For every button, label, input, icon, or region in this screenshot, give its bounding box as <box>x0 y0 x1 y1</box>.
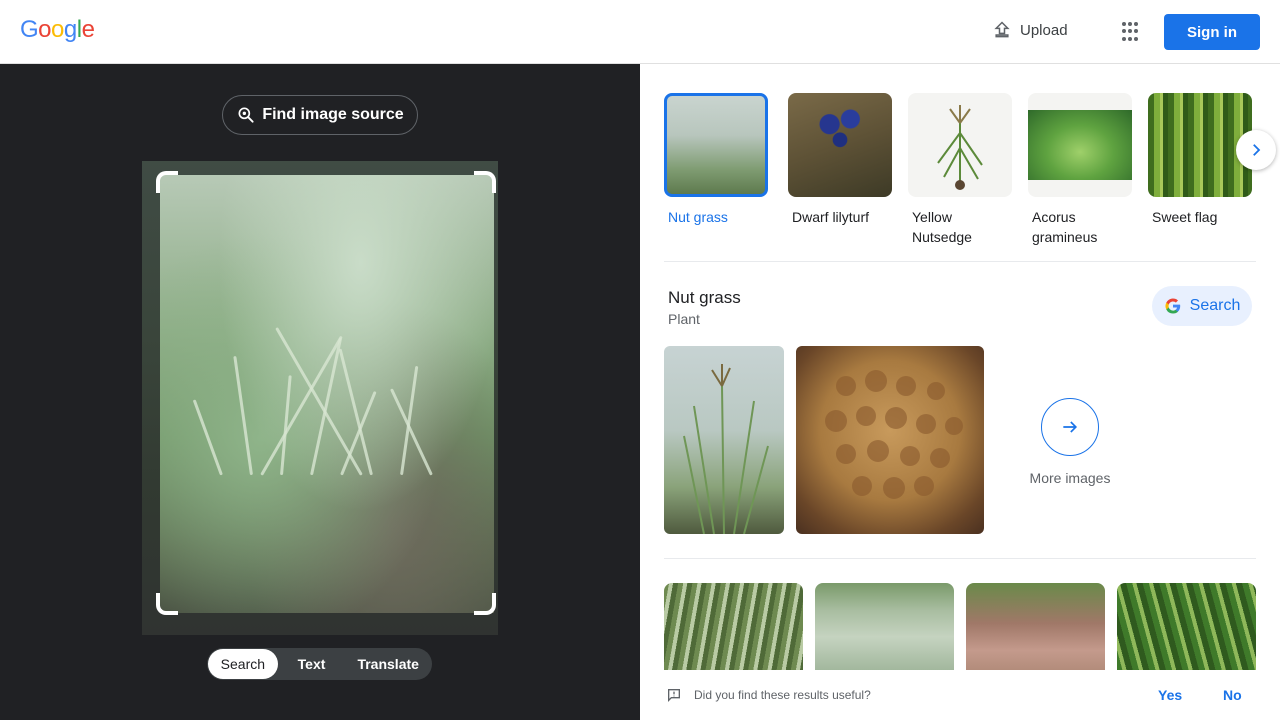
top-bar: Google Upload Sign in <box>0 0 1280 64</box>
sign-in-button[interactable]: Sign in <box>1164 14 1260 50</box>
tubers-illustration <box>825 370 963 499</box>
tab-translate[interactable]: Translate <box>345 649 431 679</box>
related-item-sweet-flag[interactable]: Sweet flag <box>1148 93 1252 227</box>
entity-search-label: Search <box>1189 297 1241 314</box>
feedback-no-button[interactable]: No <box>1223 687 1242 703</box>
upload-label: Upload <box>1020 21 1068 39</box>
visual-match-image[interactable] <box>815 583 954 673</box>
chevron-right-icon <box>1253 144 1261 156</box>
feedback-yes-button[interactable]: Yes <box>1158 687 1182 703</box>
apps-grid-icon[interactable] <box>1122 22 1142 42</box>
related-thumb <box>788 93 892 197</box>
related-thumb <box>908 93 1012 197</box>
related-thumb <box>1028 93 1132 197</box>
crop-handle-top-left[interactable] <box>156 171 178 193</box>
related-thumb <box>664 93 768 197</box>
related-label: Dwarf lilyturf <box>792 209 870 225</box>
logo-letter: G <box>20 16 39 43</box>
crop-handle-top-right[interactable] <box>474 171 496 193</box>
related-label: Nut grass <box>668 209 728 225</box>
crop-selection[interactable] <box>160 175 494 613</box>
crop-handle-bottom-left[interactable] <box>156 593 178 615</box>
tab-search[interactable]: Search <box>208 649 278 679</box>
upload-button[interactable]: Upload <box>992 20 1068 40</box>
mode-tabs: Search Text Translate <box>207 648 432 680</box>
grass-illustration <box>683 364 769 534</box>
find-image-source-button[interactable]: Find image source <box>222 95 418 135</box>
logo-letter: g <box>63 16 77 43</box>
related-label: Acorus gramineus <box>1032 209 1098 245</box>
upload-icon <box>994 21 1010 38</box>
related-searches-carousel: Nut grass Dwarf lilyturf Yellow Nutsedge… <box>664 89 1254 249</box>
related-item-dwarf-lilyturf[interactable]: Dwarf lilyturf <box>788 93 892 227</box>
logo-letter: o <box>38 16 52 43</box>
grass-blade <box>400 365 419 476</box>
related-label: Yellow Nutsedge <box>912 209 972 245</box>
more-images-label: More images <box>1029 470 1111 486</box>
logo-letter: o <box>51 16 64 43</box>
plant-illustration <box>937 105 983 190</box>
google-g-icon <box>1165 298 1180 314</box>
entity-image[interactable] <box>664 346 784 534</box>
tab-text[interactable]: Text <box>278 649 346 679</box>
entity-subtitle: Plant <box>668 311 700 327</box>
entity-title: Nut grass <box>668 288 741 307</box>
crop-handle-bottom-right[interactable] <box>474 593 496 615</box>
feedback-icon <box>668 689 680 702</box>
lens-search-icon <box>238 107 254 123</box>
related-label: Sweet flag <box>1152 209 1218 225</box>
google-logo[interactable]: Google <box>20 16 95 44</box>
grass-blade <box>192 399 223 476</box>
feedback-question: Did you find these results useful? <box>694 688 871 702</box>
grass-blade <box>233 355 253 476</box>
related-item-yellow-nutsedge[interactable]: Yellow Nutsedge <box>908 93 1012 247</box>
visual-match-image[interactable] <box>1117 583 1256 673</box>
section-divider <box>664 261 1256 262</box>
query-image-panel: Find image source Search Text Translate <box>0 64 640 720</box>
grass-blade <box>340 390 377 476</box>
more-images-button[interactable]: More images <box>1020 398 1120 486</box>
arrow-right-icon <box>1063 421 1078 433</box>
feedback-bar: Did you find these results useful? Yes N… <box>640 670 1280 720</box>
more-images-circle <box>1041 398 1099 456</box>
grass-blade <box>260 335 343 476</box>
visual-match-image[interactable] <box>664 583 803 673</box>
entity-search-button[interactable]: Search <box>1152 286 1252 326</box>
related-item-nut-grass[interactable]: Nut grass <box>664 93 768 227</box>
find-image-source-label: Find image source <box>262 106 404 123</box>
query-image[interactable] <box>142 161 498 635</box>
entity-image[interactable] <box>796 346 984 534</box>
related-item-acorus-gramineus[interactable]: Acorus gramineus <box>1028 93 1132 247</box>
section-divider <box>664 558 1256 559</box>
logo-letter: e <box>81 16 95 43</box>
carousel-next-button[interactable] <box>1236 130 1276 170</box>
results-panel: Nut grass Dwarf lilyturf Yellow Nutsedge… <box>640 64 1280 720</box>
visual-match-image[interactable] <box>966 583 1105 673</box>
